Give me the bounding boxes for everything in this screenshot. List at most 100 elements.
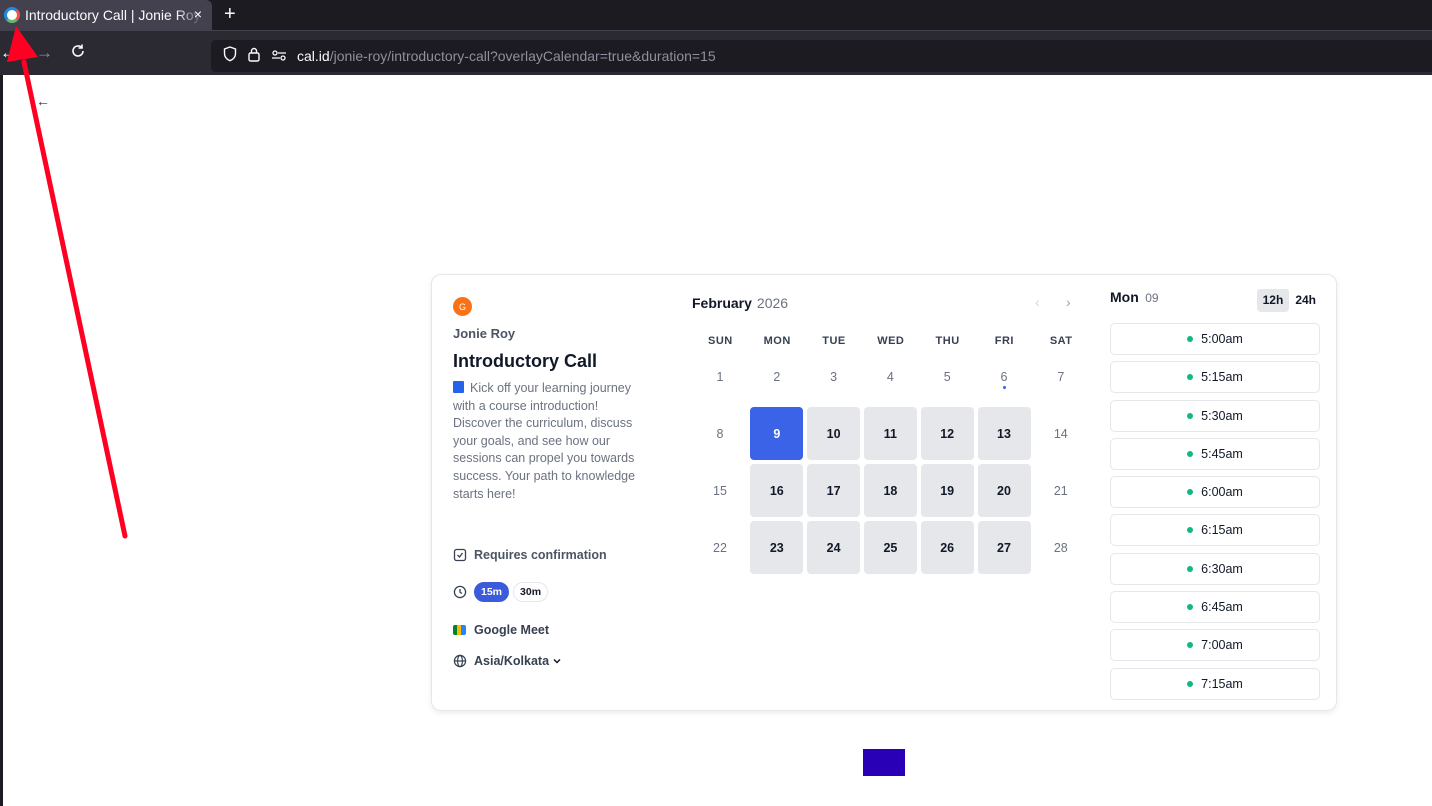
time-slot-label: 7:00am xyxy=(1201,638,1243,653)
slots-date: 09 xyxy=(1145,291,1159,305)
clock-icon xyxy=(453,585,467,599)
time-slot-label: 6:45am xyxy=(1201,600,1243,615)
chevron-down-icon xyxy=(553,658,561,664)
time-slot[interactable]: 6:45am xyxy=(1110,591,1320,624)
calendar-day-12[interactable]: 12 xyxy=(920,407,974,460)
event-title: Introductory Call xyxy=(453,351,598,371)
browser-toolbar: ← → cal.id/jonie-roy/introductory-call?o… xyxy=(0,30,1432,75)
checkbox-icon xyxy=(453,548,467,562)
time-slot-label: 5:45am xyxy=(1201,446,1243,461)
event-description: Kick off your learning journey with a co… xyxy=(453,380,643,503)
time-slot[interactable]: 5:45am xyxy=(1110,437,1320,470)
address-bar[interactable]: cal.id/jonie-roy/introductory-call?overl… xyxy=(211,40,1432,72)
new-tab-icon[interactable]: + xyxy=(224,3,236,26)
calendar-day-27[interactable]: 27 xyxy=(977,521,1031,574)
duration-option-15m[interactable]: 15m xyxy=(474,582,510,602)
calendar-day-8: 8 xyxy=(716,426,724,441)
slots-header: Mon 09 12h 24h xyxy=(1110,289,1322,313)
duration-row: 15m 30m xyxy=(453,582,552,602)
time-slot[interactable]: 7:00am xyxy=(1110,629,1320,662)
calendar-day-17[interactable]: 17 xyxy=(807,464,861,517)
time-slot-label: 5:30am xyxy=(1201,408,1243,423)
format-24h-button[interactable]: 24h xyxy=(1289,289,1322,312)
book-icon xyxy=(453,381,464,393)
calendar-day-9[interactable]: 9 xyxy=(750,407,804,460)
favicon-icon xyxy=(4,7,20,23)
shield-icon[interactable] xyxy=(223,46,237,66)
calendar-month: February xyxy=(692,295,752,311)
timezone-label: Asia/Kolkata xyxy=(474,654,550,668)
available-dot xyxy=(1187,680,1194,687)
today-dot xyxy=(1002,386,1006,389)
time-slot[interactable]: 5:30am xyxy=(1110,399,1320,432)
time-slot[interactable]: 5:15am xyxy=(1110,361,1320,394)
calendar-year: 2026 xyxy=(756,295,789,311)
tab-close-icon[interactable]: × xyxy=(194,6,202,22)
calendar-day-22: 22 xyxy=(713,540,727,555)
format-12h-button[interactable]: 12h xyxy=(1256,289,1290,312)
calendar-day-1: 1 xyxy=(716,369,724,384)
available-dot xyxy=(1187,374,1194,381)
duration-option-30m[interactable]: 30m xyxy=(513,582,549,602)
permissions-icon[interactable] xyxy=(271,48,287,65)
calendar-header: February 2026 xyxy=(692,292,1087,314)
calendar-day-16[interactable]: 16 xyxy=(750,464,804,517)
calendar-day-15: 15 xyxy=(713,483,727,498)
timezone-select[interactable]: Asia/Kolkata xyxy=(453,654,562,668)
reload-icon[interactable] xyxy=(70,43,86,64)
time-slot[interactable]: 7:15am xyxy=(1110,667,1320,700)
globe-icon xyxy=(453,654,467,668)
forward-arrow-icon[interactable]: → xyxy=(36,43,53,63)
next-month-icon[interactable]: › xyxy=(1066,294,1071,310)
time-slot[interactable]: 5:00am xyxy=(1110,323,1320,355)
time-slot[interactable]: 6:30am xyxy=(1110,552,1320,585)
browser-tab-active[interactable]: Introductory Call | Jonie Roy | Cal.id × xyxy=(0,0,212,30)
back-arrow-icon[interactable]: ← xyxy=(0,43,17,63)
location-row: Google Meet xyxy=(453,623,549,637)
requires-confirmation-row: Requires confirmation xyxy=(453,548,607,562)
time-slot-label: 6:30am xyxy=(1201,561,1243,576)
time-slot[interactable]: 6:15am xyxy=(1110,514,1320,547)
weekday-header: SUN MON TUE WED THU FRI SAT xyxy=(692,335,1090,347)
time-slot-label: 5:00am xyxy=(1201,332,1243,346)
calendar-day-28: 28 xyxy=(1053,540,1068,555)
calendar-day-25[interactable]: 25 xyxy=(863,521,917,574)
event-description-text: Kick off your learning journey with a co… xyxy=(453,381,636,501)
calendar-day-18[interactable]: 18 xyxy=(863,464,917,517)
calendar-day-2: 2 xyxy=(773,369,781,384)
location-label: Google Meet xyxy=(474,623,550,637)
time-slot-label: 6:15am xyxy=(1201,523,1243,538)
available-dot xyxy=(1187,565,1194,572)
weekday-sat: SAT xyxy=(1049,335,1073,347)
calendar-day-24[interactable]: 24 xyxy=(807,521,861,574)
calendar-day-3: 3 xyxy=(830,369,838,384)
browser-tab-strip: Introductory Call | Jonie Roy | Cal.id ×… xyxy=(0,0,1432,30)
weekday-thu: THU xyxy=(935,335,960,347)
weekday-tue: TUE xyxy=(822,335,846,347)
previous-month-icon[interactable]: ‹ xyxy=(1035,294,1040,310)
time-slot-label: 7:15am xyxy=(1201,676,1243,691)
calendar-day-10[interactable]: 10 xyxy=(807,407,861,460)
time-format-toggle: 12h 24h xyxy=(1256,289,1322,312)
time-slot[interactable]: 6:00am xyxy=(1110,476,1320,509)
available-dot xyxy=(1187,450,1194,457)
avatar: G xyxy=(453,297,472,316)
time-slots-panel: Mon 09 12h 24h 5:00am 5:15am 5:30am 5:45am 6… xyxy=(1110,289,1322,709)
lock-icon[interactable] xyxy=(247,46,261,66)
calendar-day-19[interactable]: 19 xyxy=(920,464,974,517)
calendar-day-13[interactable]: 13 xyxy=(977,407,1031,460)
weekday-sun: SUN xyxy=(708,335,733,347)
requires-confirmation-label: Requires confirmation xyxy=(474,548,607,562)
calendar-day-11[interactable]: 11 xyxy=(863,407,917,460)
time-slot-label: 5:15am xyxy=(1201,370,1243,385)
month-calendar: February 2026 ‹ › SUN MON TUE WED THU FRI SAT … xyxy=(692,292,1087,574)
page-back-arrow-icon[interactable]: ← xyxy=(36,93,50,109)
calendar-day-20[interactable]: 20 xyxy=(977,464,1031,517)
event-info-panel: G Jonie Roy Introductory Call Kick off y… xyxy=(453,297,643,668)
host-name: Jonie Roy xyxy=(453,326,516,341)
calendar-day-23[interactable]: 23 xyxy=(750,521,804,574)
calendar-day-26[interactable]: 26 xyxy=(920,521,974,574)
calendar-day-21: 21 xyxy=(1053,483,1068,498)
booking-widget: G Jonie Roy Introductory Call Kick off y… xyxy=(431,274,1337,711)
weekday-mon: MON xyxy=(763,335,791,347)
